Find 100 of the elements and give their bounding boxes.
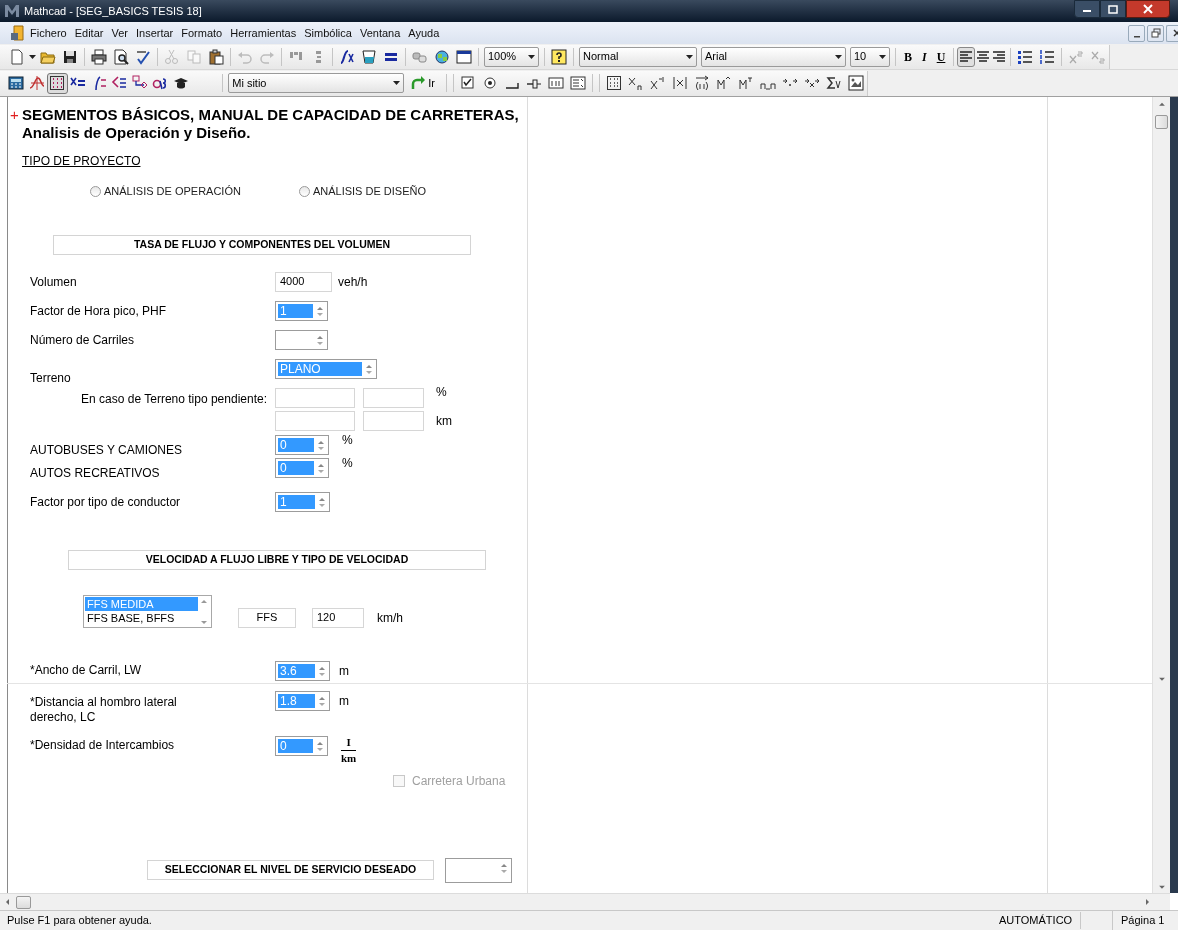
close-icon	[1173, 29, 1178, 37]
vector-sum-icon[interactable]	[826, 75, 842, 91]
list-box-control-icon[interactable]	[570, 75, 586, 91]
numbered-list-icon[interactable]	[1039, 48, 1056, 65]
menu-item[interactable]: Simbólica	[301, 24, 355, 42]
align-right-icon	[991, 48, 1008, 65]
zoom-dropdown[interactable]: 100%	[484, 46, 539, 67]
minimize-button[interactable]	[1074, 0, 1100, 18]
insert-unit-icon[interactable]	[361, 48, 377, 65]
print-preview-icon[interactable]	[113, 48, 129, 65]
menu-item[interactable]: Herramientas	[227, 24, 300, 42]
bullet-list-icon[interactable]	[1017, 48, 1034, 65]
save-icon[interactable]	[62, 48, 78, 65]
field-label: *Distancia al hombro lateral derecho, LC	[30, 694, 178, 725]
checkbox-label: Carretera Urbana	[412, 772, 506, 790]
spin-box[interactable]	[445, 857, 512, 883]
spin-box[interactable]	[275, 329, 328, 350]
caret-icon	[686, 54, 693, 59]
menu-item[interactable]: Ayuda	[405, 24, 443, 42]
printer-icon[interactable]	[91, 48, 107, 65]
picture-icon[interactable]	[848, 75, 864, 91]
radio-button[interactable]	[298, 185, 310, 197]
go-arrow-icon[interactable]	[410, 75, 427, 91]
menu-item[interactable]: Editar	[71, 24, 107, 42]
boolean-icon	[111, 75, 128, 91]
underline-button[interactable]: U	[931, 47, 951, 66]
section-header: VELOCIDAD A FLUJO LIBRE Y TIPO DE VELOCIDAD	[68, 549, 486, 570]
scroll-thumb[interactable]	[1155, 114, 1168, 129]
unit-label: veh/h	[338, 273, 368, 291]
section-header: SELECCIONAR EL NIVEL DE SERVICIO DESEADO	[147, 860, 434, 880]
restore-button[interactable]	[1147, 24, 1164, 42]
caret-icon	[528, 54, 535, 59]
menu-item[interactable]: Formato	[178, 24, 226, 42]
region-marker: +	[10, 105, 19, 125]
radio-label: ANÁLISIS DE OPERACIÓN	[104, 184, 241, 199]
input-field[interactable]	[275, 410, 355, 431]
graduation-cap-icon	[172, 75, 189, 91]
style-dropdown[interactable]: Normal	[579, 46, 697, 67]
input-field[interactable]: 120	[312, 607, 364, 628]
radio-button[interactable]	[90, 185, 101, 197]
text-box-control-icon[interactable]	[548, 75, 564, 91]
determinant-icon[interactable]	[672, 75, 688, 91]
greek-letters-icon	[152, 75, 169, 91]
caret-icon	[393, 81, 401, 85]
document-icon	[10, 25, 26, 41]
menu-item[interactable]: Ventana	[356, 24, 404, 42]
vectorize-icon[interactable]	[694, 75, 710, 91]
close-icon	[1143, 4, 1153, 14]
radio-control-icon[interactable]	[482, 75, 498, 91]
italic-button[interactable]: I	[917, 47, 932, 66]
status-page: Página 1	[1120, 913, 1166, 929]
input-field[interactable]	[363, 410, 424, 431]
section-header: TASA DE FLUJO Y COMPONENTES DEL VOLUMEN	[53, 234, 471, 255]
menu-item[interactable]: Insertar	[132, 24, 177, 42]
subscript-icon[interactable]	[628, 75, 644, 91]
field-label: AUTOS RECREATIVOS	[29, 464, 161, 482]
close-button[interactable]	[1126, 0, 1170, 18]
list-box[interactable]: FFS MEDIDA FFS BASE, BFFS	[83, 594, 212, 628]
input-field[interactable]	[275, 387, 355, 408]
checkbox-control-icon[interactable]	[460, 75, 476, 91]
unit-label: km/h	[377, 610, 403, 627]
maximize-button[interactable]	[1100, 0, 1126, 18]
graph-icon	[28, 75, 45, 91]
align-center-icon	[975, 48, 992, 65]
close-button[interactable]	[1166, 24, 1178, 42]
list-item[interactable]: FFS BASE, BFFS	[85, 610, 198, 625]
input-field[interactable]: 4000	[275, 271, 332, 292]
font-size-dropdown[interactable]: 10	[850, 46, 890, 67]
bold-button[interactable]: B	[899, 47, 917, 66]
field-label: En caso de Terreno tipo pendiente:	[80, 390, 268, 408]
function-icon[interactable]	[339, 48, 355, 65]
matrix-palette-button[interactable]	[47, 72, 68, 94]
font-dropdown[interactable]: Arial	[701, 46, 846, 67]
menu-item[interactable]: Fichero	[27, 24, 70, 42]
transpose-icon[interactable]	[738, 75, 754, 91]
unit-label: m	[339, 692, 349, 710]
resources-icon[interactable]	[434, 48, 450, 65]
spell-check-icon[interactable]	[135, 48, 151, 65]
paste-icon[interactable]	[208, 48, 224, 65]
scroll-thumb[interactable]	[16, 895, 31, 909]
menu-item[interactable]: Ver	[108, 24, 131, 42]
output-field[interactable]: FFS	[238, 607, 296, 628]
help-icon[interactable]	[551, 48, 567, 65]
caret-icon[interactable]	[29, 54, 36, 59]
new-document-icon[interactable]	[9, 48, 25, 65]
matrix-icon[interactable]	[606, 75, 622, 91]
window-icon[interactable]	[456, 48, 472, 65]
status-text: Pulse F1 para obtener ayuda.	[6, 913, 152, 929]
programming-icon	[131, 75, 148, 91]
inverse-icon[interactable]	[650, 75, 666, 91]
window-title: Mathcad - [SEG_BASICS TESIS 18]	[24, 3, 202, 19]
unit-label: %	[436, 383, 447, 401]
input-field[interactable]	[363, 387, 424, 408]
align-left-button[interactable]	[957, 46, 976, 67]
worksheet-title: SEGMENTOS BÁSICOS, MANUAL DE CAPACIDAD DE CARRETERAS, Analisis de Operación y Diseño.	[22, 106, 520, 142]
address-dropdown[interactable]: Mi sitio	[228, 73, 405, 93]
matrix-column-icon[interactable]	[716, 75, 732, 91]
calculator-icon	[8, 75, 25, 91]
go-button[interactable]: Ir	[428, 74, 435, 92]
field-label: Terreno	[29, 369, 72, 387]
